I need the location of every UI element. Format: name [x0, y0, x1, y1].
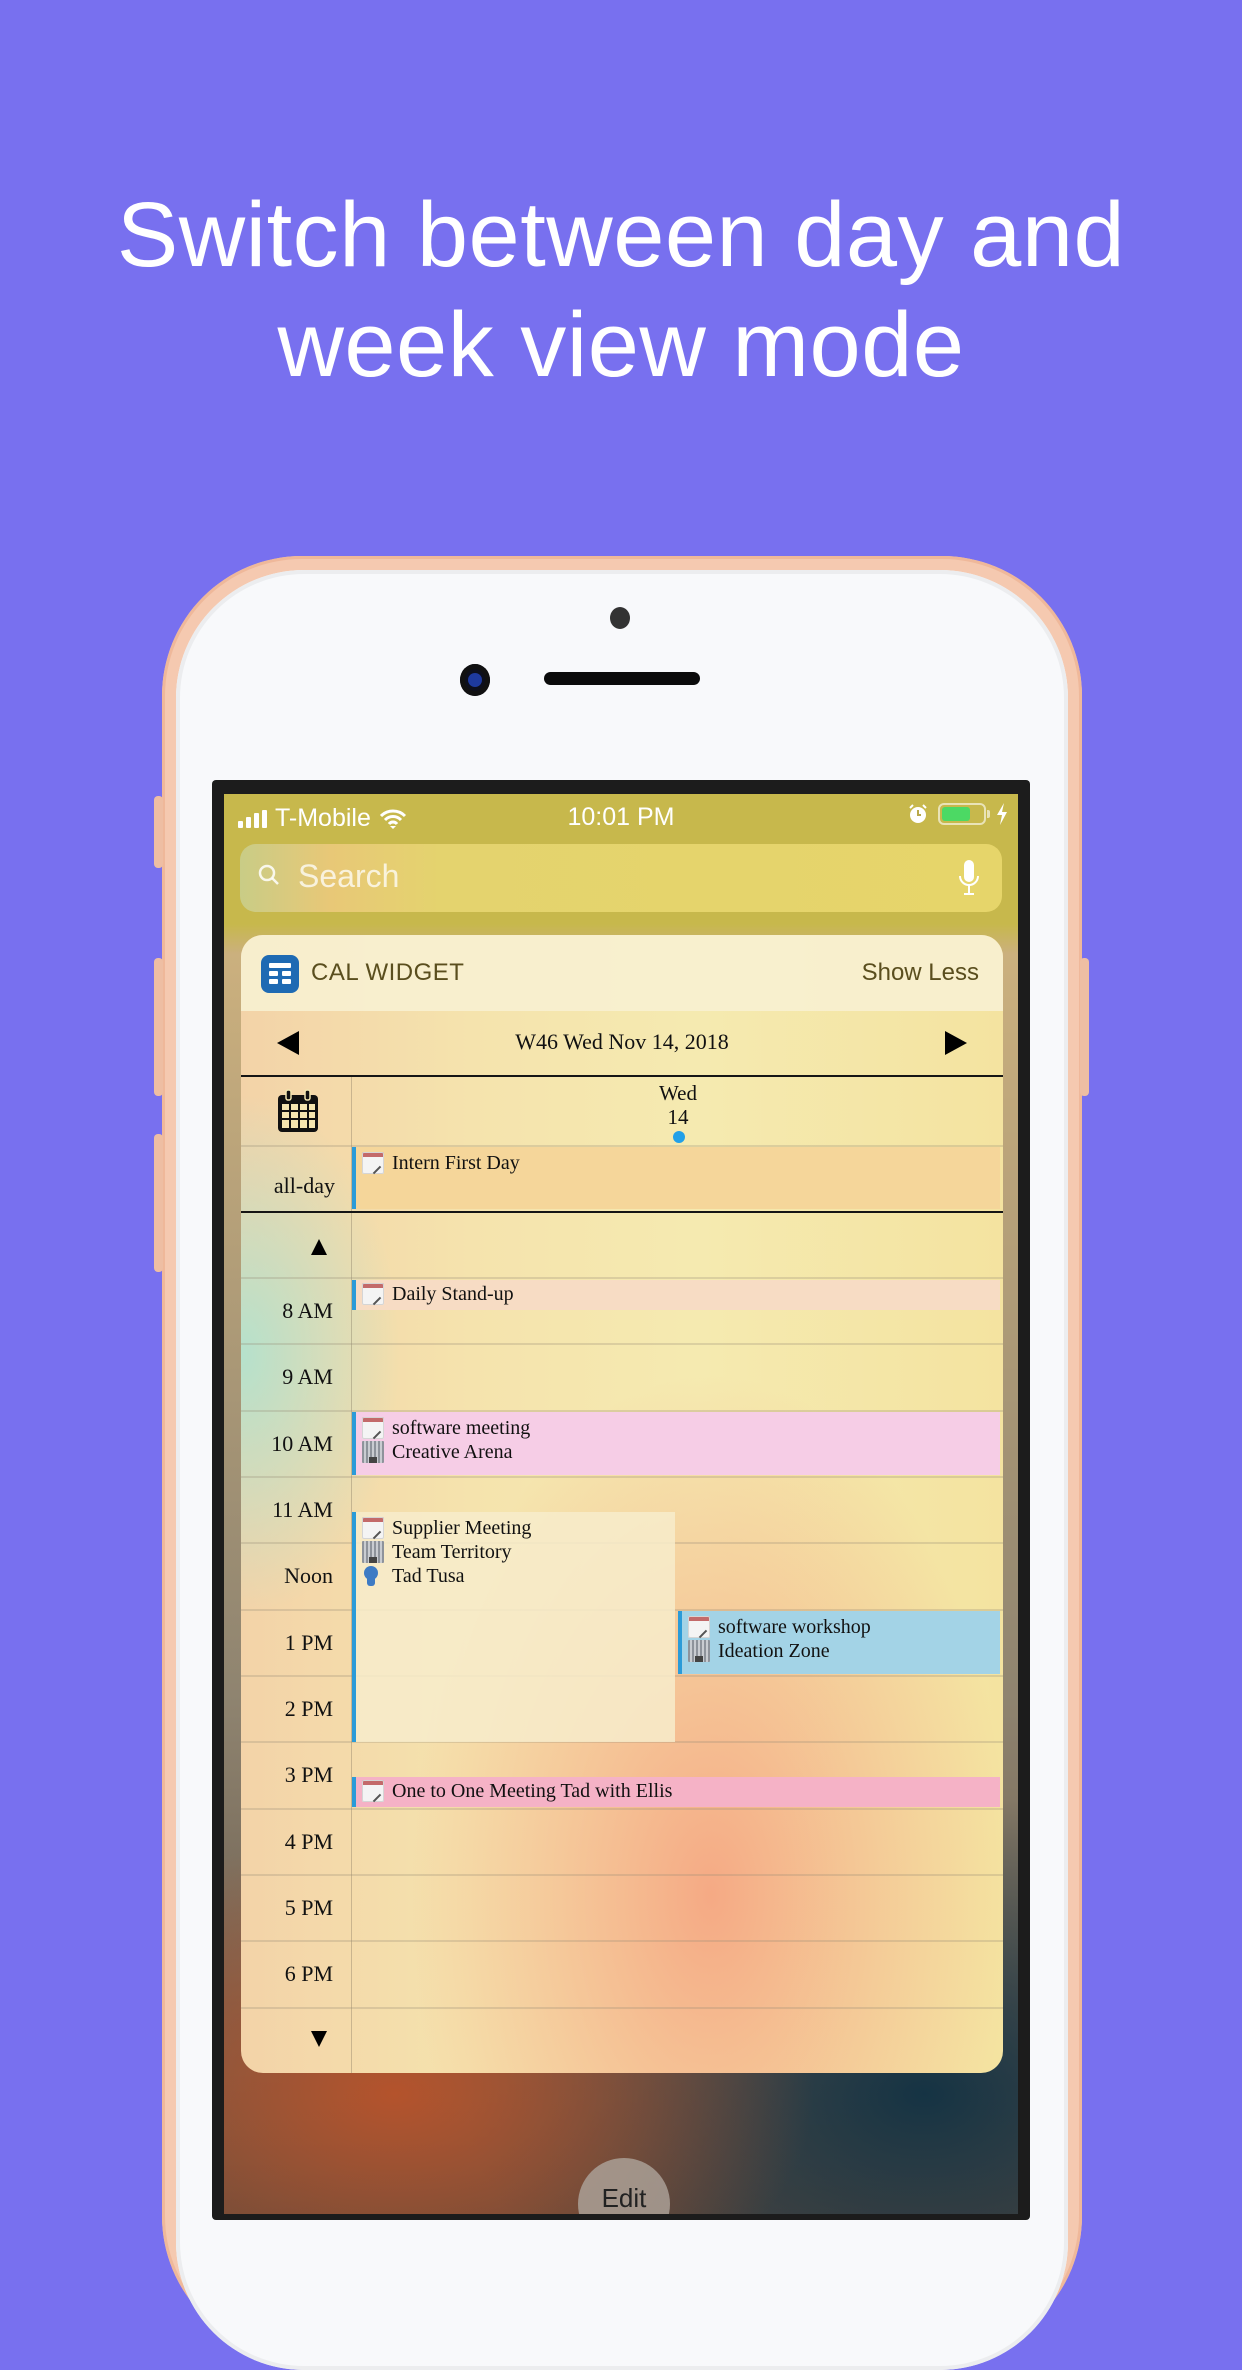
- calendar-view-icon[interactable]: [275, 1089, 321, 1135]
- event-one-to-one-meeting[interactable]: One to One Meeting Tad with Ellis: [352, 1777, 1000, 1807]
- time-label: Noon: [284, 1563, 333, 1588]
- search-input[interactable]: Search: [298, 858, 399, 895]
- date-navigation: W46 Wed Nov 14, 2018: [241, 1011, 1003, 1075]
- time-label: 1 PM: [284, 1630, 333, 1655]
- proximity-sensor: [610, 607, 630, 629]
- day-header: Wed 14: [241, 1077, 1003, 1145]
- day-name: Wed: [659, 1081, 697, 1105]
- all-day-divider: [241, 1211, 1003, 1213]
- speaking-person-icon: [362, 1565, 384, 1587]
- building-icon: [688, 1640, 710, 1662]
- note-icon: [362, 1283, 384, 1305]
- event-intern-first-day[interactable]: Intern First Day: [352, 1147, 1000, 1209]
- grid-line: [241, 1940, 1003, 1942]
- front-camera: [460, 664, 490, 696]
- clock: 10:01 PM: [567, 803, 675, 831]
- charging-icon: [997, 803, 1007, 825]
- event-location: Creative Arena: [392, 1440, 513, 1463]
- alarm-icon: [909, 804, 927, 823]
- event-title: software meeting: [392, 1416, 531, 1439]
- time-label: 8 AM: [282, 1298, 333, 1323]
- event-software-workshop[interactable]: software workshop Ideation Zone: [678, 1611, 1000, 1674]
- next-day-arrow-icon[interactable]: [945, 1031, 967, 1055]
- show-less-button[interactable]: Show Less: [862, 959, 979, 987]
- note-icon: [362, 1417, 384, 1439]
- cal-widget: CAL WIDGET Show Less W46 Wed Nov 14, 201…: [241, 935, 1003, 2073]
- scroll-up-arrow-icon[interactable]: [311, 1239, 327, 1255]
- power-button: [1080, 958, 1089, 1096]
- volume-up-button: [154, 958, 163, 1096]
- note-icon: [362, 1517, 384, 1539]
- note-icon: [688, 1616, 710, 1638]
- grid-line: [241, 1343, 1003, 1345]
- status-bar: T-Mobile 10:01 PM: [224, 794, 1018, 840]
- edit-button[interactable]: Edit: [578, 2158, 670, 2214]
- event-attendee: Tad Tusa: [392, 1564, 465, 1587]
- scroll-down-arrow-icon[interactable]: [311, 2031, 327, 2047]
- date-title: W46 Wed Nov 14, 2018: [515, 1029, 729, 1054]
- search-icon: [258, 864, 279, 885]
- event-title: Supplier Meeting: [392, 1516, 532, 1539]
- event-daily-stand-up[interactable]: Daily Stand-up: [352, 1280, 1000, 1310]
- event-location: Ideation Zone: [718, 1639, 830, 1662]
- today-indicator-dot: [673, 1131, 685, 1143]
- cal-widget-app-icon: [261, 955, 299, 993]
- building-icon: [362, 1441, 384, 1463]
- grid-line: [241, 2007, 1003, 2009]
- time-label: 3 PM: [284, 1762, 333, 1787]
- day-number: 14: [667, 1105, 689, 1129]
- battery-icon: [938, 803, 990, 825]
- building-icon: [362, 1541, 384, 1563]
- event-title: One to One Meeting Tad with Ellis: [392, 1779, 673, 1802]
- time-label: 9 AM: [282, 1364, 333, 1389]
- phone-screen: T-Mobile 10:01 PM Search CAL WIDGET Show…: [224, 794, 1018, 2214]
- event-location: Team Territory: [392, 1540, 512, 1563]
- all-day-label: all-day: [273, 1173, 335, 1198]
- grid-line: [241, 1476, 1003, 1478]
- search-bar[interactable]: Search: [240, 844, 1002, 912]
- grid-line: [241, 1808, 1003, 1810]
- volume-down-button: [154, 1134, 163, 1272]
- time-label: 6 PM: [284, 1961, 333, 1986]
- event-supplier-meeting[interactable]: Supplier Meeting Team Territory Tad Tusa: [352, 1512, 675, 1742]
- earpiece-speaker: [544, 672, 700, 685]
- widget-header: CAL WIDGET Show Less: [241, 935, 1003, 1011]
- headline: Switch between day and week view mode: [0, 180, 1242, 400]
- event-software-meeting[interactable]: software meeting Creative Arena: [352, 1412, 1000, 1475]
- grid-line: [241, 1874, 1003, 1876]
- time-label: 11 AM: [272, 1497, 333, 1522]
- time-label: 5 PM: [284, 1895, 333, 1920]
- event-title: software workshop: [718, 1615, 871, 1638]
- time-label: 4 PM: [284, 1829, 333, 1854]
- microphone-icon[interactable]: [956, 858, 982, 898]
- widget-app-name: CAL WIDGET: [311, 959, 465, 986]
- note-icon: [362, 1780, 384, 1802]
- headline-line-1: Switch between day and: [116, 184, 1126, 286]
- time-label: 2 PM: [284, 1696, 333, 1721]
- event-title: Intern First Day: [392, 1151, 520, 1174]
- mute-switch: [154, 796, 163, 868]
- time-label: 10 AM: [271, 1431, 333, 1456]
- headline-line-2: week view mode: [277, 294, 965, 396]
- grid-line: [241, 1277, 1003, 1279]
- note-icon: [362, 1152, 384, 1174]
- event-title: Daily Stand-up: [392, 1282, 514, 1305]
